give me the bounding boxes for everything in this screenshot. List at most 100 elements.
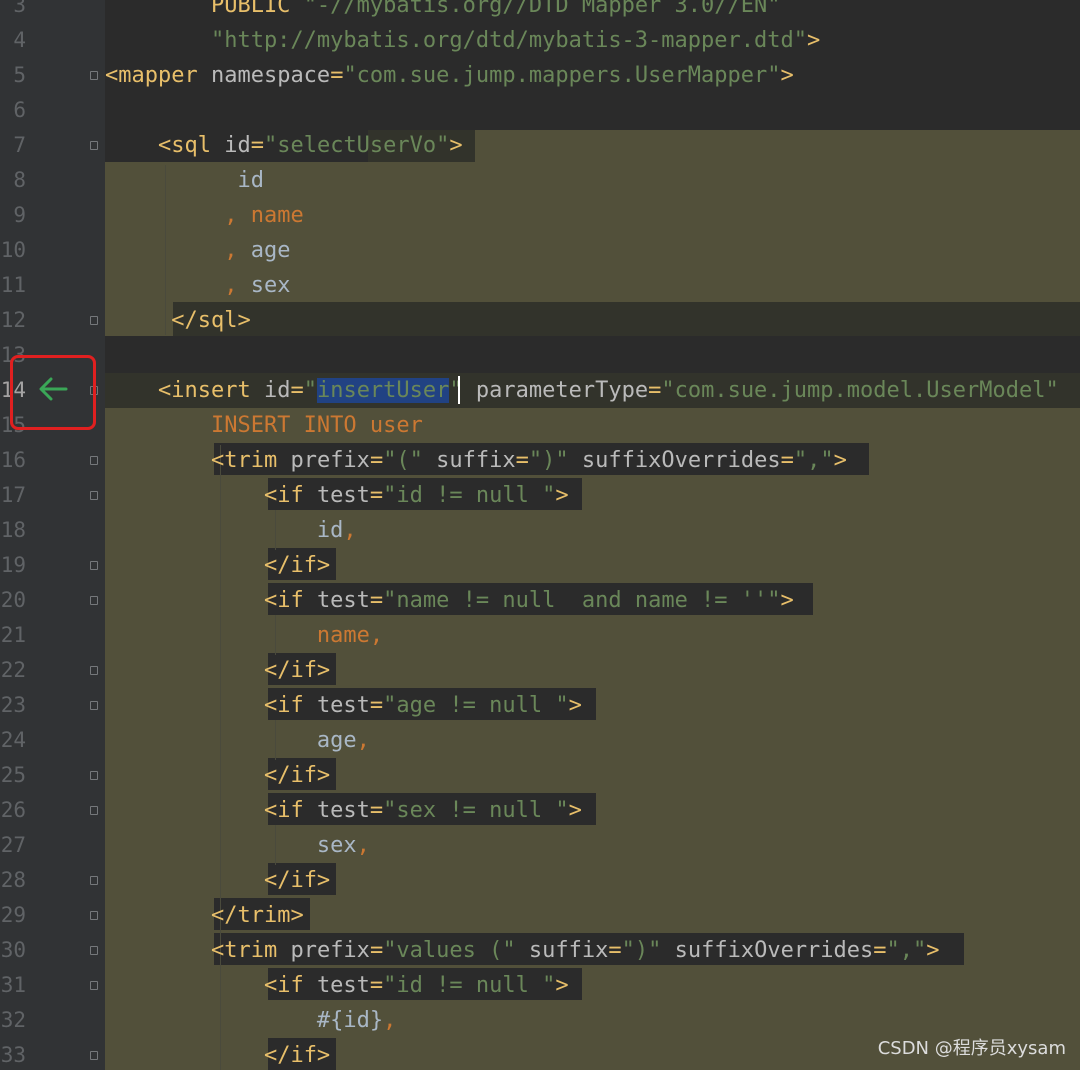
code-line[interactable]: <if test="id != null "> [105,968,569,1003]
fold-marker-icon[interactable] [90,911,98,920]
fold-marker-icon[interactable] [90,561,98,570]
code-token: prefix [290,938,370,963]
fold-marker-icon[interactable] [90,316,98,325]
fold-marker-icon[interactable] [90,596,98,605]
code-line[interactable]: <if test="age != null "> [105,688,582,723]
code-token: "," [886,938,927,963]
code-token: > [780,588,794,613]
code-line[interactable]: </if> [105,1038,330,1070]
code-token: , [343,518,357,543]
code-line[interactable]: <trim prefix="values (" suffix=")" suffi… [105,933,940,968]
fold-marker-icon[interactable] [90,666,98,675]
code-line[interactable]: #{id}, [105,1003,396,1038]
code-line[interactable]: , name [105,198,303,233]
line-number: 27 [0,833,26,857]
code-token: , [224,273,251,298]
code-line[interactable]: id [105,163,264,198]
code-token: test [316,798,370,823]
code-line[interactable]: , sex [105,268,290,303]
code-token: > [780,63,794,88]
code-line[interactable]: </if> [105,863,330,898]
fold-marker-icon[interactable] [90,771,98,780]
code-token: namespace [210,63,331,88]
code-line[interactable]: <trim prefix="(" suffix=")" suffixOverri… [105,443,847,478]
code-line[interactable]: INSERT INTO user [105,408,423,443]
code-token: , [356,728,370,753]
code-token: "com.sue.jump.model.UserModel" [661,378,1059,403]
code-line[interactable]: , age [105,233,290,268]
code-token: <insert [157,378,264,403]
line-number: 25 [0,763,26,787]
code-editor[interactable]: 3 PUBLIC "-//mybatis.org//DTD Mapper 3.0… [0,0,1080,1070]
code-token: suffix [436,448,516,473]
fold-marker-icon[interactable] [90,141,98,150]
fold-marker-icon[interactable] [90,876,98,885]
code-token: prefix [290,448,370,473]
code-token: suffixOverrides [581,448,781,473]
code-line[interactable]: <if test="sex != null "> [105,793,582,828]
fold-marker-icon[interactable] [90,946,98,955]
code-line[interactable]: age, [105,723,370,758]
code-token: > [555,483,569,508]
code-line[interactable]: <sql id="selectUserVo"> [105,128,463,163]
code-token: " [303,378,317,403]
code-token: "age != null " [383,693,569,718]
tag-line-band [173,302,1080,336]
code-token: sex [250,273,291,298]
code-line[interactable]: <insert id="insertUser" parameterType="c… [105,373,1059,408]
code-line[interactable]: </if> [105,548,330,583]
code-token: id [224,133,251,158]
code-token: = [608,938,622,963]
code-token: <if [263,483,317,508]
code-token: "selectUserVo" [263,133,450,158]
fold-marker-icon[interactable] [90,71,98,80]
code-line[interactable]: </if> [105,653,330,688]
code-token: = [873,938,887,963]
line-number: 20 [0,588,26,612]
line-number: 28 [0,868,26,892]
code-line[interactable]: </sql> [105,303,251,338]
code-line[interactable]: sex, [105,828,370,863]
code-token: PUBLIC [105,0,304,18]
line-number: 4 [13,28,26,52]
line-number: 17 [0,483,26,507]
code-line[interactable]: id, [105,513,357,548]
fold-marker-icon[interactable] [90,806,98,815]
fold-marker-icon[interactable] [90,1051,98,1060]
line-number: 9 [13,203,26,227]
code-token: "values (" [383,938,529,963]
fold-marker-icon[interactable] [90,981,98,990]
code-token: </sql> [171,308,251,333]
line-number: 11 [0,273,26,297]
code-line[interactable]: PUBLIC "-//mybatis.org//DTD Mapper 3.0//… [105,0,781,23]
fold-marker-icon[interactable] [90,701,98,710]
code-token: > [807,28,821,53]
code-line[interactable]: <if test="name != null and name != ''"> [105,583,794,618]
fold-marker-icon[interactable] [90,491,98,500]
code-line[interactable]: </if> [105,758,330,793]
code-token: = [330,63,344,88]
fold-marker-icon[interactable] [90,456,98,465]
code-token: #{id} [105,1008,384,1033]
code-token: = [369,448,384,473]
line-number: 12 [0,308,26,332]
code-token: "-//mybatis.org//DTD Mapper 3.0//EN" [303,0,781,18]
code-token: = [290,378,304,403]
code-line[interactable]: </trim> [105,898,304,933]
code-line[interactable]: name, [105,618,383,653]
code-line[interactable]: "http://mybatis.org/dtd/mybatis-3-mapper… [105,23,820,58]
code-line[interactable]: <if test="id != null "> [105,478,569,513]
code-token: <mapper [105,63,211,88]
code-token: > [833,448,847,473]
line-number: 21 [0,623,26,647]
code-token: parameterType [475,378,649,403]
code-line[interactable]: <mapper namespace="com.sue.jump.mappers.… [105,58,794,93]
